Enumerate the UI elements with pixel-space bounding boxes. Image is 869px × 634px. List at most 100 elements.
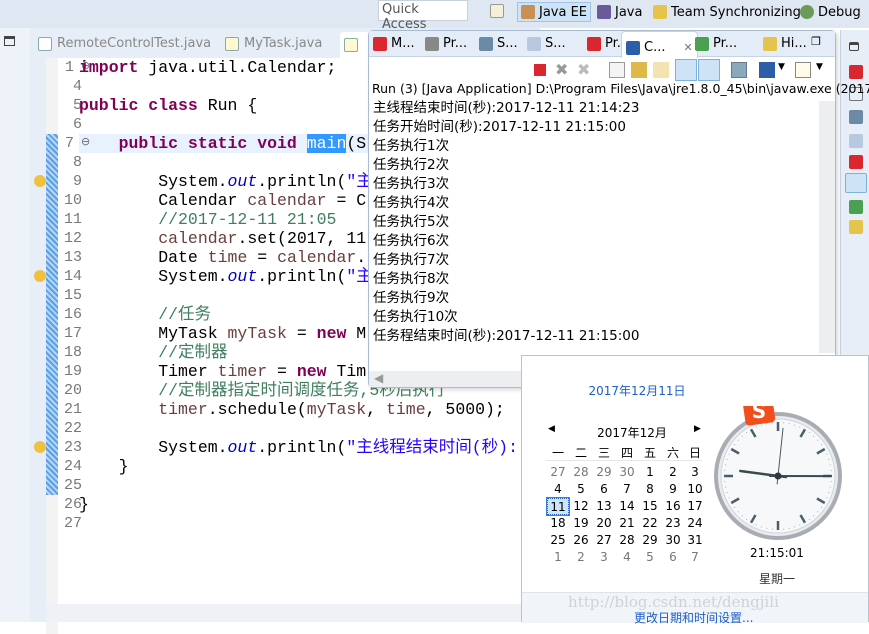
calendar-day[interactable]: 29 <box>639 532 661 549</box>
scroll-lock-icon[interactable] <box>631 62 647 78</box>
calendar-day[interactable]: 28 <box>616 532 638 549</box>
calendar-day[interactable]: 10 <box>684 481 706 498</box>
tab-remote-control-test[interactable]: RemoteControlTest.java <box>38 36 211 51</box>
quick-access-input[interactable]: Quick Access <box>378 0 468 21</box>
calendar-day[interactable]: 24 <box>684 515 706 532</box>
calendar-day[interactable]: 7 <box>616 481 638 498</box>
warning-lightbulb-icon[interactable] <box>34 270 46 282</box>
analog-clock: S <box>710 406 869 546</box>
calendar-day[interactable]: 20 <box>593 515 615 532</box>
calendar-day[interactable]: 13 <box>593 498 615 515</box>
pin-console-icon[interactable] <box>731 62 747 78</box>
snippets-icon[interactable] <box>849 134 863 148</box>
console-icon[interactable] <box>845 173 867 193</box>
perspective-java[interactable]: Java <box>594 2 645 22</box>
date-header-link[interactable]: 2017年12月11日 <box>522 382 752 399</box>
scroll-left-icon[interactable]: ◀ <box>374 371 383 385</box>
calendar-day[interactable]: 15 <box>639 498 661 515</box>
word-wrap-icon[interactable] <box>653 62 669 78</box>
tab-run-java[interactable] <box>340 32 370 58</box>
console-output[interactable]: 主线程结束时间(秒):2017-12-11 21:14:23任务开始时间(秒):… <box>373 99 639 346</box>
calendar-day[interactable]: 6 <box>662 549 684 566</box>
view-tab[interactable]: C...✕ <box>621 31 698 58</box>
calendar-day[interactable]: 21 <box>616 515 638 532</box>
calendar-day[interactable]: 2 <box>570 549 592 566</box>
calendar-day[interactable]: 17 <box>684 498 706 515</box>
view-tab[interactable]: M... <box>373 36 415 51</box>
calendar-day[interactable]: 16 <box>662 498 684 515</box>
calendar-day[interactable]: 4 <box>547 481 569 498</box>
calendar-day[interactable]: 14 <box>616 498 638 515</box>
tab-mytask[interactable]: MyTask.java <box>225 36 322 51</box>
calendar-day[interactable]: 22 <box>639 515 661 532</box>
warning-lightbulb-icon[interactable] <box>34 175 46 187</box>
clear-console-icon[interactable] <box>609 62 625 78</box>
calendar-day[interactable]: 4 <box>616 549 638 566</box>
month-title[interactable]: 2017年12月 <box>582 424 682 441</box>
view-tab[interactable]: Hi... <box>763 36 807 51</box>
perspective-debug[interactable]: Debug <box>797 2 864 22</box>
perspective-java-ee[interactable]: Java EE <box>517 2 591 22</box>
calendar-day[interactable]: 3 <box>593 549 615 566</box>
warning-lightbulb-icon[interactable] <box>34 441 46 453</box>
calendar-day[interactable]: 1 <box>547 549 569 566</box>
calendar-day[interactable]: 18 <box>547 515 569 532</box>
perspective-team-synchronizing[interactable]: Team Synchronizing <box>650 2 804 22</box>
weekday-header: 四 <box>616 445 638 462</box>
progress-icon[interactable] <box>849 200 863 214</box>
calendar-day[interactable]: 28 <box>570 464 592 481</box>
servers-icon[interactable] <box>849 110 863 124</box>
calendar-day[interactable]: 23 <box>662 515 684 532</box>
maximize-icon[interactable]: ❐ <box>811 35 821 48</box>
view-tab[interactable]: S... <box>479 36 518 51</box>
calendar-day[interactable]: 19 <box>570 515 592 532</box>
calendar-day[interactable]: 1 <box>639 464 661 481</box>
calendar-day[interactable]: 30 <box>662 532 684 549</box>
restore-icon[interactable] <box>849 42 859 51</box>
calendar-day[interactable]: 3 <box>684 464 706 481</box>
restore-icon[interactable] <box>4 36 15 46</box>
calendar-day[interactable]: 26 <box>570 532 592 549</box>
markers-icon[interactable] <box>849 65 863 79</box>
history-icon[interactable] <box>849 220 863 234</box>
calendar-day[interactable]: 8 <box>639 481 661 498</box>
calendar-day[interactable]: 31 <box>684 532 706 549</box>
calendar-day[interactable]: 27 <box>547 464 569 481</box>
calendar-day[interactable]: 2 <box>662 464 684 481</box>
close-icon[interactable]: ✕ <box>683 41 692 54</box>
line-number: 6 <box>52 115 82 134</box>
calendar-day[interactable]: 30 <box>616 464 638 481</box>
open-console-icon[interactable] <box>795 62 811 78</box>
calendar-day[interactable]: 7 <box>684 549 706 566</box>
calendar-day[interactable]: 25 <box>547 532 569 549</box>
display-console-icon[interactable] <box>759 62 775 78</box>
remove-all-terminated-icon[interactable]: ✖ <box>577 62 593 78</box>
calendar-day[interactable]: 12 <box>570 498 592 515</box>
code-token: new <box>317 324 357 343</box>
calendar-day[interactable]: 5 <box>639 549 661 566</box>
calendar-day[interactable]: 11 <box>547 498 569 515</box>
calendar-day[interactable]: 9 <box>662 481 684 498</box>
calendar-day[interactable]: 27 <box>593 532 615 549</box>
show-on-stdout-icon[interactable] <box>675 59 697 81</box>
view-tab[interactable]: S... <box>527 36 566 51</box>
terminate-icon[interactable] <box>534 64 546 76</box>
view-tab[interactable]: Pr... <box>695 36 737 51</box>
calendar-day[interactable]: 6 <box>593 481 615 498</box>
perspective-label: Java EE <box>539 5 587 20</box>
editor-horizontal-scrollbar[interactable] <box>46 604 540 622</box>
remove-launch-icon[interactable]: ✖ <box>555 62 571 78</box>
previous-month-icon[interactable]: ◀ <box>548 424 555 434</box>
console-vertical-scrollbar[interactable] <box>819 101 835 353</box>
change-date-time-settings-link[interactable]: 更改日期和时间设置... <box>634 609 753 626</box>
calendar-day[interactable]: 5 <box>570 481 592 498</box>
chevron-down-icon[interactable]: ▼ <box>778 62 794 78</box>
calendar-day[interactable]: 29 <box>593 464 615 481</box>
next-month-icon[interactable]: ▶ <box>694 424 701 434</box>
view-tab[interactable]: Pr... <box>425 36 467 51</box>
problems-icon[interactable] <box>849 155 863 169</box>
show-on-stderr-icon[interactable] <box>698 59 720 81</box>
code-token: MyTask <box>79 324 228 343</box>
chevron-down-icon[interactable]: ▼ <box>816 62 832 78</box>
open-perspective-icon[interactable] <box>490 4 504 18</box>
